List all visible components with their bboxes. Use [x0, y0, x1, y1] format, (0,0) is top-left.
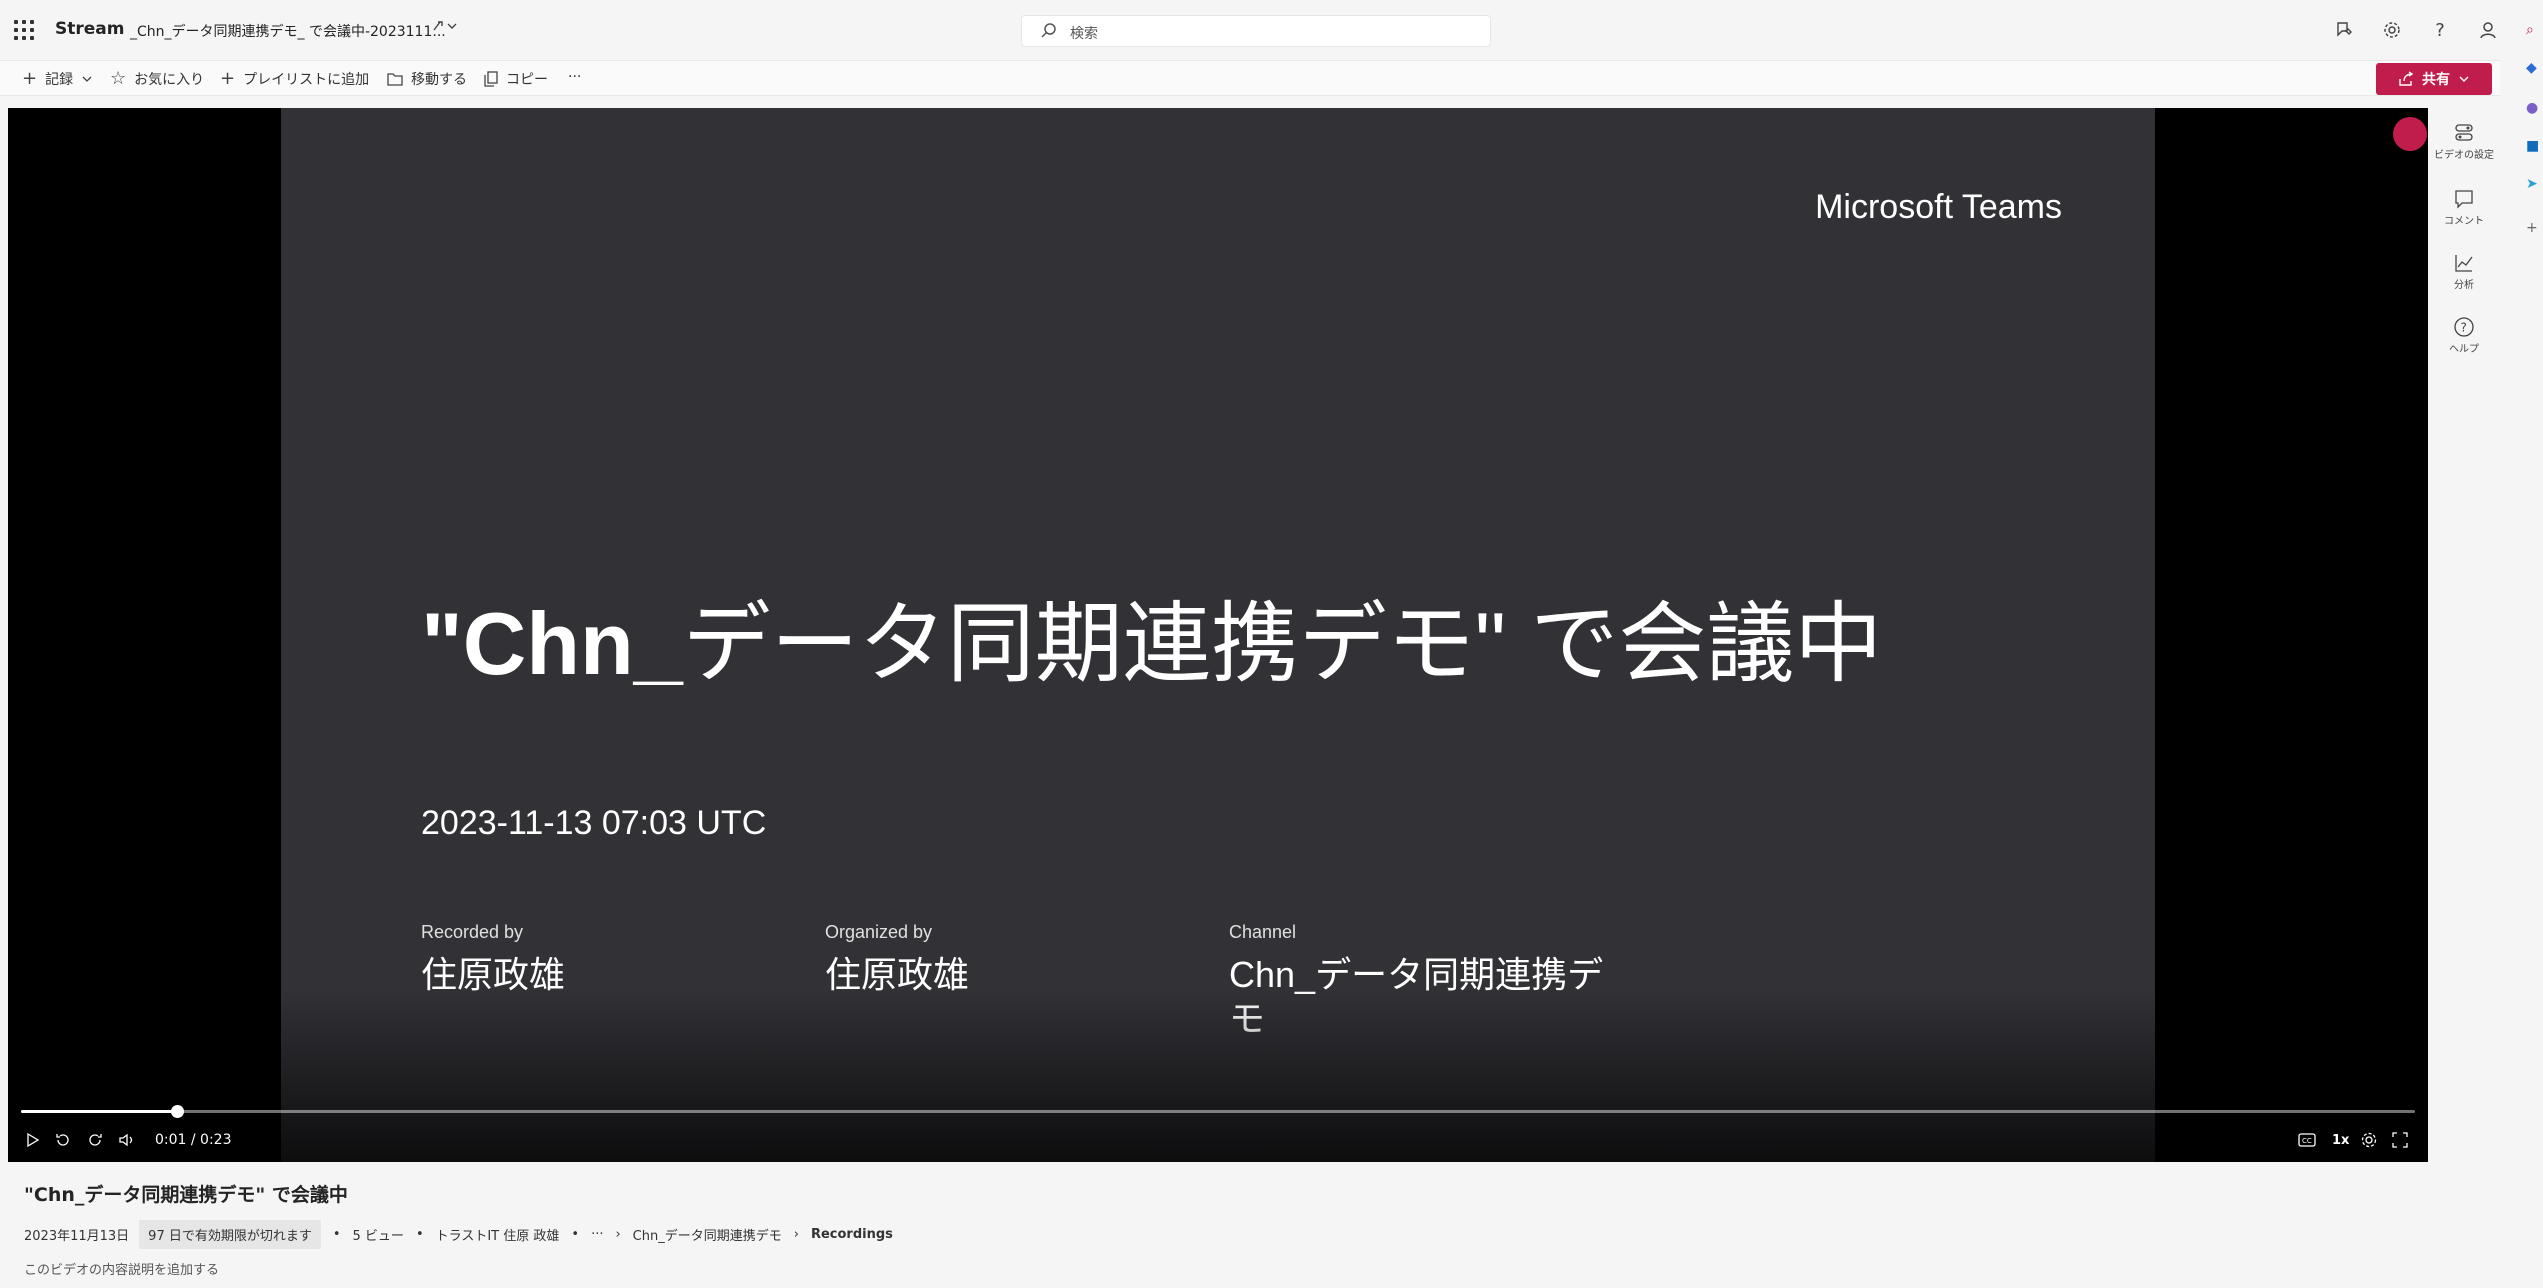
breadcrumb-more-button[interactable]: ··· [591, 1227, 603, 1242]
account-icon[interactable] [2476, 18, 2500, 42]
search-icon[interactable]: ⌕ [2526, 22, 2534, 38]
help-icon[interactable]: ? [2428, 18, 2452, 42]
chevron-right-icon: › [793, 1227, 799, 1242]
record-button[interactable]: + 記録 [22, 69, 93, 89]
add-to-playlist-button[interactable]: + プレイリストに追加 [220, 69, 369, 89]
slide-datetime: 2023-11-13 07:03 UTC [421, 804, 767, 842]
feedback-icon[interactable] [2332, 18, 2356, 42]
plus-icon: + [22, 68, 38, 89]
analytics-button[interactable]: 分析 [2428, 252, 2500, 291]
channel-label: Channel [1229, 922, 1297, 942]
rewind-10-button[interactable] [54, 1128, 72, 1152]
send-icon[interactable]: ➤ [2526, 176, 2538, 192]
plus-icon: + [220, 68, 236, 89]
player-settings-button[interactable] [2360, 1128, 2378, 1152]
fullscreen-button[interactable] [2392, 1128, 2408, 1152]
star-icon: ☆ [110, 68, 127, 89]
share-icon [2399, 71, 2414, 86]
owner-name[interactable]: トラストIT 住原 政雄 [436, 1225, 560, 1244]
volume-icon [119, 1133, 133, 1147]
captions-button[interactable]: CC [2298, 1128, 2316, 1152]
tag-icon[interactable]: ◆ [2526, 60, 2537, 76]
expiry-badge[interactable]: 97 日で有効期限が切れます [139, 1220, 321, 1249]
controls-gradient [281, 988, 2155, 1162]
command-bar: + 記録 ☆ お気に入り + プレイリストに追加 移動する コピー ··· [0, 60, 2500, 96]
side-rail: ビデオの設定 コメント 分析 ? ヘルプ [2428, 108, 2500, 388]
forward-10-icon [89, 1134, 102, 1146]
add-app-icon[interactable]: + [2526, 220, 2538, 236]
edge-app-bar: ⌕ ◆ ● ■ ➤ + [2522, 0, 2543, 1288]
playback-speed-button[interactable]: 1x [2332, 1128, 2349, 1152]
breadcrumb-folder[interactable]: Recordings [811, 1227, 893, 1242]
gear-icon [2361, 1132, 2377, 1148]
breadcrumb-channel[interactable]: Chn_データ同期連携デモ [633, 1225, 782, 1244]
view-count: 5 ビュー [352, 1229, 404, 1244]
notification-dot [2393, 117, 2427, 151]
copy-icon [484, 71, 498, 87]
video-settings-button[interactable]: ビデオの設定 [2428, 122, 2500, 161]
organized-by-label: Organized by [825, 922, 933, 942]
play-button[interactable] [24, 1128, 40, 1152]
progress-bar[interactable] [21, 1105, 2415, 1118]
volume-button[interactable] [118, 1128, 136, 1152]
progress-thumb[interactable] [170, 1105, 184, 1118]
outlook-icon[interactable]: ■ [2526, 138, 2539, 154]
help-circle-icon: ? [2454, 317, 2474, 337]
folder-move-icon [387, 73, 403, 86]
play-icon [27, 1132, 40, 1148]
app-name[interactable]: Stream [55, 19, 124, 39]
video-date: 2023年11月13日 [24, 1229, 130, 1244]
copy-button[interactable]: コピー [484, 69, 548, 89]
favorite-button[interactable]: ☆ お気に入り [110, 69, 204, 89]
svg-text:?: ? [2461, 321, 2467, 335]
video-settings-icon [2455, 124, 2473, 141]
people-icon[interactable]: ● [2526, 100, 2538, 116]
settings-icon[interactable] [2380, 18, 2404, 42]
comment-icon [2455, 190, 2473, 209]
move-button[interactable]: 移動する [387, 69, 467, 89]
forward-10-button[interactable] [86, 1128, 104, 1152]
time-display: 0:01 / 0:23 [155, 1132, 232, 1148]
top-bar: Stream _Chn_データ同期連携デモ_ で会議中-2023111... 検… [0, 0, 2543, 60]
waffle-icon[interactable] [14, 20, 34, 40]
captions-icon: CC [2298, 1133, 2316, 1147]
chevron-right-icon: › [615, 1227, 621, 1242]
svg-text:CC: CC [2302, 1137, 2312, 1145]
file-title[interactable]: _Chn_データ同期連携デモ_ で会議中-2023111... [130, 21, 446, 41]
share-button[interactable]: 共有 [2376, 63, 2492, 95]
search-box[interactable]: 検索 [1021, 15, 1491, 47]
brand-label: Microsoft Teams [1815, 188, 2062, 226]
chevron-down-icon [82, 76, 92, 82]
add-description-link[interactable]: このビデオの内容説明を追加する [24, 1259, 219, 1278]
slide-headline: "Chn_データ同期連携デモ" で会議中 [421, 594, 1883, 693]
rewind-10-icon [56, 1134, 69, 1146]
chevron-down-icon [2459, 76, 2469, 82]
search-icon [1040, 22, 1058, 44]
file-info-chevron-icon[interactable] [432, 18, 458, 38]
chart-line-icon [2455, 255, 2473, 272]
search-input[interactable]: 検索 [1070, 23, 1098, 43]
more-commands-button[interactable]: ··· [568, 69, 581, 85]
video-title: "Chn_データ同期連携デモ" で会議中 [24, 1184, 348, 1206]
recorded-by-label: Recorded by [421, 922, 524, 942]
comments-button[interactable]: コメント [2428, 188, 2500, 227]
fullscreen-icon [2392, 1132, 2408, 1148]
video-player[interactable]: Microsoft Teams "Chn_データ同期連携デモ" で会議中 202… [8, 108, 2428, 1162]
video-frame: Microsoft Teams "Chn_データ同期連携デモ" で会議中 202… [281, 108, 2155, 1162]
help-rail-button[interactable]: ? ヘルプ [2428, 316, 2500, 355]
progress-fill [21, 1110, 177, 1113]
video-metadata: 2023年11月13日 97 日で有効期限が切れます • 5 ビュー • トラス… [24, 1220, 893, 1249]
